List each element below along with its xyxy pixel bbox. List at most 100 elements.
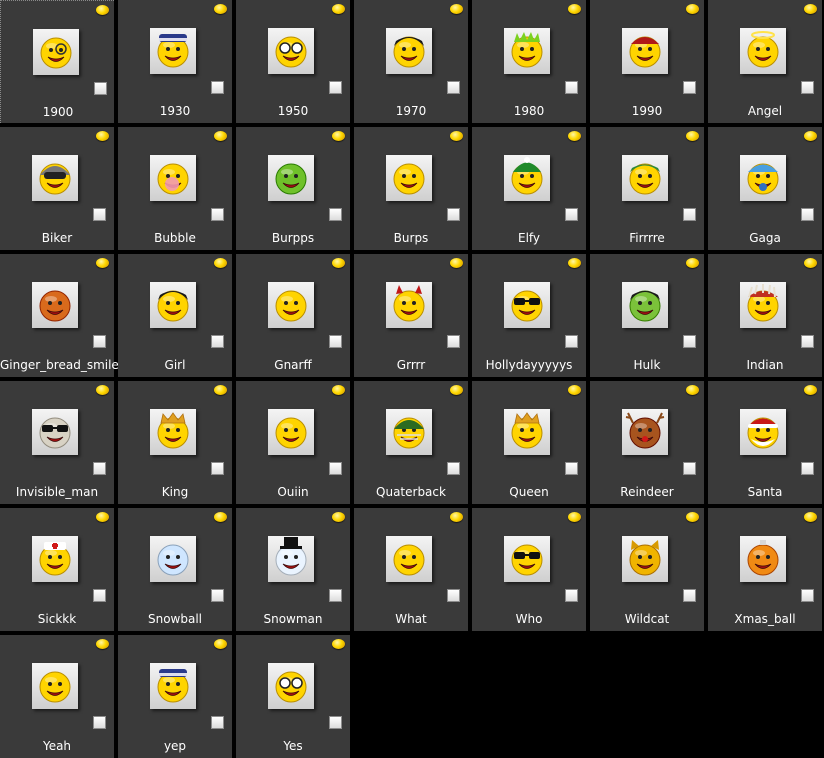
select-checkbox[interactable] bbox=[329, 208, 342, 221]
emoticon-tile-1950[interactable]: 1950 bbox=[236, 0, 350, 123]
emoticon-thumbnail[interactable] bbox=[740, 155, 786, 201]
emoticon-thumbnail[interactable] bbox=[622, 536, 668, 582]
emoticon-tile-angel[interactable]: Angel bbox=[708, 0, 822, 123]
emoticon-thumbnail[interactable] bbox=[622, 28, 668, 74]
select-checkbox[interactable] bbox=[801, 81, 814, 94]
select-checkbox[interactable] bbox=[93, 208, 106, 221]
emoticon-thumbnail[interactable] bbox=[32, 409, 78, 455]
emoticon-tile-1990[interactable]: 1990 bbox=[590, 0, 704, 123]
select-checkbox[interactable] bbox=[93, 335, 106, 348]
select-checkbox[interactable] bbox=[211, 716, 224, 729]
select-checkbox[interactable] bbox=[447, 81, 460, 94]
emoticon-thumbnail[interactable] bbox=[386, 28, 432, 74]
emoticon-thumbnail[interactable] bbox=[150, 282, 196, 328]
emoticon-tile-grrrr[interactable]: Grrrr bbox=[354, 254, 468, 377]
select-checkbox[interactable] bbox=[801, 462, 814, 475]
emoticon-tile-snowball[interactable]: Snowball bbox=[118, 508, 232, 631]
emoticon-thumbnail[interactable] bbox=[504, 282, 550, 328]
emoticon-tile-girl[interactable]: Girl bbox=[118, 254, 232, 377]
emoticon-thumbnail[interactable] bbox=[268, 536, 314, 582]
emoticon-tile-burpps[interactable]: Burpps bbox=[236, 127, 350, 250]
emoticon-thumbnail[interactable] bbox=[504, 409, 550, 455]
emoticon-tile-firrrre[interactable]: Firrrre bbox=[590, 127, 704, 250]
emoticon-thumbnail[interactable] bbox=[268, 282, 314, 328]
emoticon-thumbnail[interactable] bbox=[268, 28, 314, 74]
select-checkbox[interactable] bbox=[683, 462, 696, 475]
emoticon-thumbnail[interactable] bbox=[32, 536, 78, 582]
emoticon-tile-yeah[interactable]: Yeah bbox=[0, 635, 114, 758]
select-checkbox[interactable] bbox=[683, 335, 696, 348]
select-checkbox[interactable] bbox=[94, 82, 107, 95]
select-checkbox[interactable] bbox=[801, 589, 814, 602]
emoticon-thumbnail[interactable] bbox=[504, 28, 550, 74]
emoticon-thumbnail[interactable] bbox=[740, 409, 786, 455]
select-checkbox[interactable] bbox=[329, 462, 342, 475]
select-checkbox[interactable] bbox=[93, 716, 106, 729]
emoticon-thumbnail[interactable] bbox=[33, 29, 79, 75]
emoticon-tile-king[interactable]: King bbox=[118, 381, 232, 504]
emoticon-thumbnail[interactable] bbox=[740, 536, 786, 582]
select-checkbox[interactable] bbox=[329, 589, 342, 602]
emoticon-tile-biker[interactable]: Biker bbox=[0, 127, 114, 250]
emoticon-tile-ginger-bread-smiley[interactable]: Ginger_bread_smiley bbox=[0, 254, 126, 377]
emoticon-tile-yes[interactable]: Yes bbox=[236, 635, 350, 758]
emoticon-thumbnail[interactable] bbox=[32, 155, 78, 201]
emoticon-tile-1970[interactable]: 1970 bbox=[354, 0, 468, 123]
emoticon-tile-bubble[interactable]: Bubble bbox=[118, 127, 232, 250]
emoticon-thumbnail[interactable] bbox=[386, 536, 432, 582]
select-checkbox[interactable] bbox=[447, 589, 460, 602]
emoticon-thumbnail[interactable] bbox=[268, 663, 314, 709]
emoticon-tile-1900[interactable]: 1900 bbox=[0, 0, 114, 123]
select-checkbox[interactable] bbox=[93, 462, 106, 475]
emoticon-thumbnail[interactable] bbox=[150, 28, 196, 74]
emoticon-tile-1980[interactable]: 1980 bbox=[472, 0, 586, 123]
select-checkbox[interactable] bbox=[211, 81, 224, 94]
select-checkbox[interactable] bbox=[447, 335, 460, 348]
emoticon-tile-snowman[interactable]: Snowman bbox=[236, 508, 350, 631]
select-checkbox[interactable] bbox=[683, 589, 696, 602]
emoticon-thumbnail[interactable] bbox=[622, 409, 668, 455]
select-checkbox[interactable] bbox=[565, 462, 578, 475]
emoticon-thumbnail[interactable] bbox=[386, 409, 432, 455]
emoticon-thumbnail[interactable] bbox=[150, 536, 196, 582]
select-checkbox[interactable] bbox=[447, 462, 460, 475]
emoticon-thumbnail[interactable] bbox=[386, 155, 432, 201]
select-checkbox[interactable] bbox=[329, 716, 342, 729]
select-checkbox[interactable] bbox=[801, 335, 814, 348]
emoticon-thumbnail[interactable] bbox=[150, 155, 196, 201]
emoticon-tile-hulk[interactable]: Hulk bbox=[590, 254, 704, 377]
select-checkbox[interactable] bbox=[211, 589, 224, 602]
emoticon-tile-hollydayyyyys[interactable]: Hollydayyyyys bbox=[472, 254, 586, 377]
emoticon-tile-who[interactable]: Who bbox=[472, 508, 586, 631]
emoticon-thumbnail[interactable] bbox=[740, 282, 786, 328]
emoticon-thumbnail[interactable] bbox=[150, 409, 196, 455]
emoticon-thumbnail[interactable] bbox=[268, 155, 314, 201]
select-checkbox[interactable] bbox=[329, 335, 342, 348]
select-checkbox[interactable] bbox=[565, 81, 578, 94]
emoticon-tile-what[interactable]: What bbox=[354, 508, 468, 631]
emoticon-thumbnail[interactable] bbox=[32, 663, 78, 709]
emoticon-tile-burps[interactable]: Burps bbox=[354, 127, 468, 250]
emoticon-thumbnail[interactable] bbox=[386, 282, 432, 328]
emoticon-tile-elfy[interactable]: Elfy bbox=[472, 127, 586, 250]
emoticon-tile-santa[interactable]: Santa bbox=[708, 381, 822, 504]
emoticon-thumbnail[interactable] bbox=[150, 663, 196, 709]
emoticon-tile-xmas-ball[interactable]: Xmas_ball bbox=[708, 508, 822, 631]
emoticon-tile-yep[interactable]: yep bbox=[118, 635, 232, 758]
emoticon-thumbnail[interactable] bbox=[504, 536, 550, 582]
emoticon-tile-invisible-man[interactable]: Invisible_man bbox=[0, 381, 114, 504]
emoticon-tile-indian[interactable]: Indian bbox=[708, 254, 822, 377]
select-checkbox[interactable] bbox=[565, 589, 578, 602]
select-checkbox[interactable] bbox=[211, 335, 224, 348]
select-checkbox[interactable] bbox=[683, 208, 696, 221]
emoticon-thumbnail[interactable] bbox=[32, 282, 78, 328]
select-checkbox[interactable] bbox=[801, 208, 814, 221]
emoticon-thumbnail[interactable] bbox=[622, 282, 668, 328]
emoticon-thumbnail[interactable] bbox=[504, 155, 550, 201]
select-checkbox[interactable] bbox=[565, 208, 578, 221]
select-checkbox[interactable] bbox=[683, 81, 696, 94]
emoticon-tile-gaga[interactable]: Gaga bbox=[708, 127, 822, 250]
emoticon-thumbnail[interactable] bbox=[622, 155, 668, 201]
select-checkbox[interactable] bbox=[329, 81, 342, 94]
emoticon-tile-reindeer[interactable]: Reindeer bbox=[590, 381, 704, 504]
